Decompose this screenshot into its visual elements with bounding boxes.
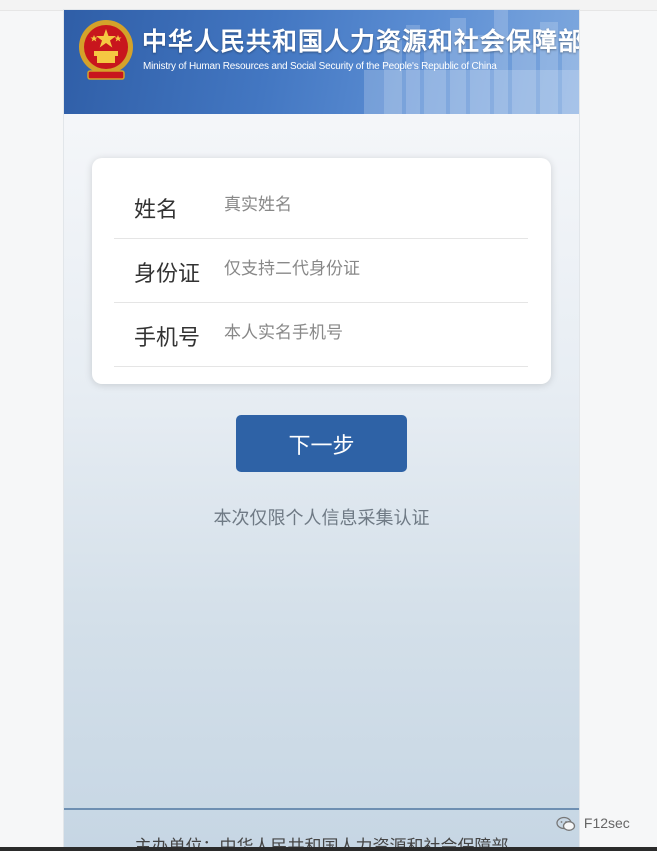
phone-input[interactable] [224, 316, 514, 350]
name-row: 姓名 [114, 174, 528, 239]
ministry-title-cn: 中华人民共和国人力资源和社会保障部 [142, 27, 579, 56]
footer-divider [64, 808, 579, 810]
name-label: 姓名 [134, 198, 179, 223]
id-card-row: 身份证 [114, 238, 528, 303]
national-emblem-icon [79, 20, 133, 80]
ministry-title-en: Ministry of Human Resources and Social S… [143, 61, 497, 72]
id-card-label: 身份证 [134, 262, 201, 287]
watermark-text: F12sec [583, 815, 630, 831]
header-banner: 中华人民共和国人力资源和社会保障部 Ministry of Human Reso… [64, 10, 579, 114]
id-card-input[interactable] [224, 252, 514, 286]
info-form-card: 姓名 身份证 手机号 [92, 158, 551, 384]
phone-label: 手机号 [134, 326, 201, 351]
name-input[interactable] [224, 188, 514, 222]
notice-text: 本次仅限个人信息采集认证 [213, 508, 430, 529]
next-step-button[interactable]: 下一步 [236, 415, 407, 472]
page-viewport: 中华人民共和国人力资源和社会保障部 Ministry of Human Reso… [64, 10, 579, 851]
watermark: F12sec [556, 815, 630, 832]
wechat-icon [556, 817, 576, 832]
bottom-bar [0, 847, 657, 851]
phone-row: 手机号 [114, 302, 528, 367]
